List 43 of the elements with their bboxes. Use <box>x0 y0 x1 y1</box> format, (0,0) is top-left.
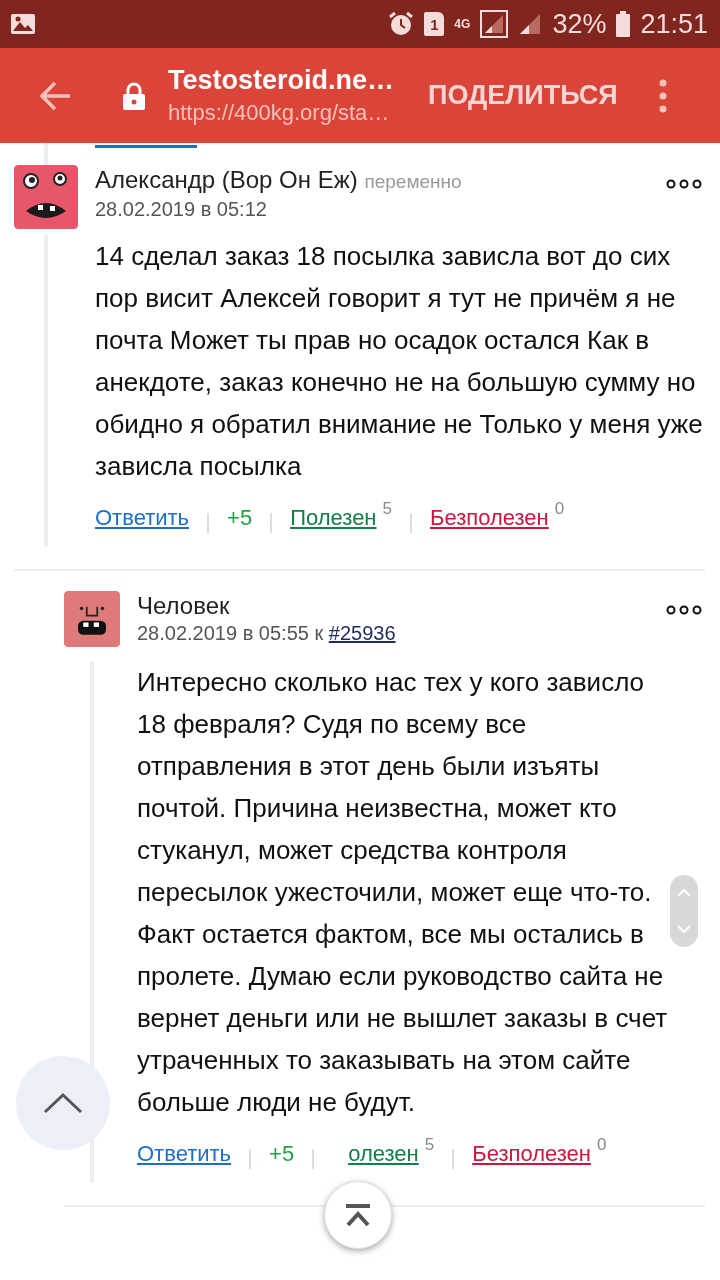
author-role: переменно <box>364 171 462 192</box>
network-type: 4G <box>454 18 471 30</box>
reply-link[interactable]: Ответить <box>137 1141 232 1167</box>
scroll-handle[interactable] <box>670 875 698 947</box>
comment-date: 28.02.2019 в 05:12 <box>95 198 267 220</box>
more-icon[interactable] <box>666 605 702 615</box>
page-url: https://400kg.org/sta… <box>168 100 391 126</box>
clock: 21:51 <box>640 8 708 40</box>
page-title: Testosteroid.ne… <box>168 65 396 96</box>
author-name: Человек <box>137 592 230 619</box>
useful-count: 5 <box>424 1135 435 1155</box>
battery-icon <box>616 11 631 37</box>
score: +5 <box>227 505 253 531</box>
score: +5 <box>269 1141 295 1167</box>
comment-text: Интересно сколько нас тех у кого зависло 18 февраля? Судя по всему все отправления в этот день были изъяты почтой. Причина неизвестна, может кто стуканул, может средства контроля пересылок ужесточили, может еще что-то. Факт остается фактом, все мы остались в пролете. Думаю если руководство сайта не вернет деньги или не вышлет заказы в счет утраченных то заказывать на этом сайте больше люди не будут. <box>137 666 669 1119</box>
useless-link[interactable]: Безполезен <box>430 505 549 531</box>
reply-to-link[interactable]: #25936 <box>328 622 396 644</box>
reply-prefix: к <box>314 622 324 644</box>
image-icon <box>10 13 36 35</box>
useful-link[interactable]: Полезен <box>290 505 377 531</box>
author-name: Александр (Вор Он Еж) <box>95 166 358 193</box>
signal-icon <box>480 10 509 38</box>
comment-text: 14 сделал заказ 18 посылка зависла вот до сих пор висит Алексей говорит я тут не причём я не почта Может ты прав но осадок остался Как в анекдоте, заказ конечно не на большую сумму но обидно я обратил внимание не Только у меня уже зависла посылка <box>95 240 704 483</box>
reply-link[interactable]: Ответить <box>95 505 190 531</box>
menu-icon[interactable] <box>657 78 668 113</box>
scroll-to-top-button[interactable] <box>324 1181 392 1249</box>
share-button[interactable]: ПОДЕЛИТЬСЯ <box>428 80 618 111</box>
chevron-up-icon <box>43 1092 83 1114</box>
avatar-icon <box>64 591 120 647</box>
lock-icon <box>122 81 146 110</box>
alarm-icon <box>388 11 415 37</box>
scroll-top-icon <box>343 1203 373 1227</box>
useless-count: 0 <box>554 499 565 519</box>
battery-percent: 32% <box>552 8 607 40</box>
signal-icon <box>518 12 543 36</box>
useless-count: 0 <box>596 1135 607 1155</box>
comment-date: 28.02.2019 в 05:55 <box>137 622 309 644</box>
useful-count: 5 <box>382 499 392 519</box>
more-icon[interactable] <box>666 179 702 189</box>
useful-link[interactable]: олезен <box>348 1141 419 1167</box>
sim-indicator: 1 <box>424 12 445 36</box>
useless-link[interactable]: Безполезен <box>472 1141 591 1167</box>
avatar-icon <box>14 165 78 229</box>
